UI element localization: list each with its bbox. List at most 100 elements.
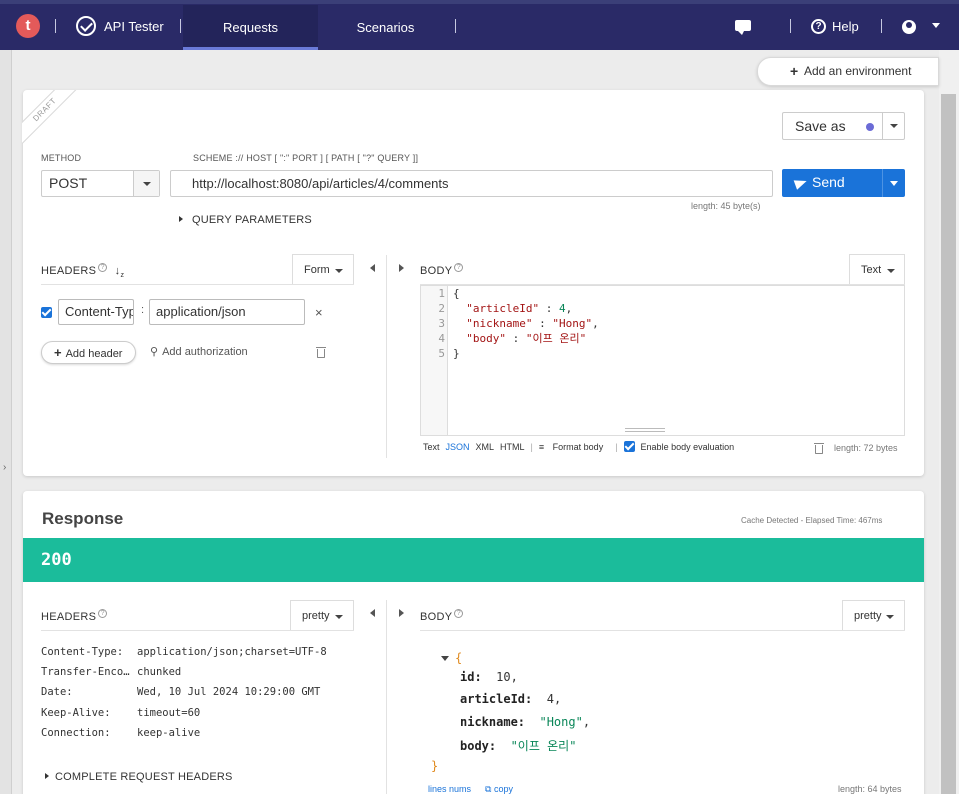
- response-headers-mode-select[interactable]: pretty: [290, 600, 354, 631]
- status-dot: [866, 123, 874, 131]
- body-mode-value: pretty: [854, 610, 882, 622]
- nav-separator: [455, 19, 456, 33]
- side-panel-toggle[interactable]: ›: [0, 50, 12, 794]
- header-value: keep-alive: [137, 727, 201, 739]
- app-switcher[interactable]: API Tester: [76, 16, 164, 36]
- header-value: Wed, 10 Jul 2024 10:29:00 GMT: [137, 686, 321, 698]
- send-main[interactable]: Send: [782, 169, 882, 197]
- json-key: body:: [460, 739, 497, 753]
- nav-accent-line: [0, 0, 959, 4]
- headers-title-text: HEADERS: [41, 265, 97, 277]
- remove-header-button[interactable]: ×: [315, 305, 323, 320]
- code-value: "Hong": [552, 317, 593, 330]
- chat-icon[interactable]: [735, 20, 751, 35]
- trash-icon[interactable]: [814, 443, 824, 454]
- help-button[interactable]: ? Help: [811, 19, 859, 34]
- copy-label: copy: [493, 784, 513, 794]
- header-value: application/json;charset=UTF-8: [137, 646, 327, 658]
- format-xml[interactable]: XML: [476, 442, 495, 452]
- scrollbar-thumb[interactable]: [941, 94, 956, 794]
- json-key: id:: [460, 670, 482, 684]
- json-field: id: 10,: [460, 670, 518, 684]
- url-input[interactable]: http://localhost:8080/api/articles/4/com…: [170, 170, 773, 197]
- method-value: POST: [49, 175, 88, 191]
- chevron-down-icon: [335, 269, 343, 273]
- format-body-button[interactable]: ≡ Format body: [539, 442, 609, 452]
- scrollbar[interactable]: [939, 50, 959, 794]
- body-code: { "articleId" : 4, "nickname" : "Hong", …: [453, 287, 599, 360]
- copy-button[interactable]: ⧉ copy: [485, 784, 513, 794]
- divider: [41, 284, 354, 285]
- body-editor[interactable]: 1 2 3 4 5 { "articleId" : 4, "nickname" …: [420, 285, 905, 436]
- response-body-length: length: 64 bytes: [838, 784, 902, 794]
- body-mode-value: Text: [861, 264, 882, 276]
- scheme-label: SCHEME :// HOST [ ":" PORT ] [ PATH [ "?…: [193, 153, 419, 163]
- app-logo[interactable]: t: [16, 14, 40, 38]
- save-as-dropdown[interactable]: [882, 113, 905, 139]
- chevron-down-icon: [890, 181, 898, 186]
- complete-request-headers-toggle[interactable]: COMPLETE REQUEST HEADERS: [45, 771, 233, 783]
- format-html[interactable]: HTML: [500, 442, 525, 452]
- send-button[interactable]: Send: [782, 169, 905, 197]
- plus-icon: +: [54, 345, 62, 360]
- save-as-label: Save as: [795, 118, 846, 134]
- separator: |: [530, 441, 533, 452]
- code-value: 4: [558, 302, 566, 315]
- method-dropdown[interactable]: [133, 171, 159, 196]
- headers-mode-select[interactable]: Form: [292, 254, 354, 285]
- tab-scenarios[interactable]: Scenarios: [318, 5, 453, 50]
- json-value: 10: [496, 670, 511, 684]
- collapse-left-icon[interactable]: [370, 264, 375, 272]
- collapse-left-icon[interactable]: [370, 609, 375, 617]
- chevron-down-icon[interactable]: [932, 23, 940, 28]
- json-key: articleId:: [460, 692, 533, 706]
- collapse-json-icon[interactable]: [441, 656, 449, 661]
- chevron-down-icon: [143, 182, 151, 186]
- body-length: length: 72 bytes: [834, 443, 898, 453]
- header-value-input[interactable]: application/json: [149, 299, 305, 325]
- format-body-label: Format body: [552, 441, 604, 452]
- collapse-right-icon[interactable]: [399, 264, 404, 272]
- header-colon: :: [141, 304, 145, 316]
- query-parameters-label: QUERY PARAMETERS: [192, 214, 312, 226]
- response-body-title: BODY?: [420, 609, 464, 623]
- plus-icon: +: [790, 63, 799, 79]
- format-text[interactable]: Text: [423, 442, 440, 452]
- response-body-mode-select[interactable]: pretty: [842, 600, 905, 631]
- trash-icon[interactable]: [316, 347, 326, 358]
- send-dropdown[interactable]: [882, 169, 905, 197]
- chevron-right-icon: ›: [3, 462, 7, 473]
- url-length: length: 45 byte(s): [691, 201, 761, 211]
- method-select[interactable]: POST: [41, 170, 160, 197]
- lines-nums-toggle[interactable]: lines nums: [428, 784, 471, 794]
- help-icon: ?: [454, 263, 464, 272]
- code-brace: {: [453, 287, 460, 300]
- resize-handle[interactable]: [625, 428, 665, 432]
- caret-right-icon: [179, 216, 183, 222]
- query-parameters-toggle[interactable]: QUERY PARAMETERS: [179, 214, 312, 226]
- json-field: body: "이프 온리": [460, 737, 576, 754]
- response-headers-title: HEADERS?: [41, 609, 108, 623]
- add-environment-button[interactable]: + Add an environment: [757, 57, 939, 86]
- header-name-input[interactable]: Content-Type: [58, 299, 134, 325]
- user-icon[interactable]: [902, 20, 916, 34]
- chevron-down-icon: [887, 269, 895, 273]
- collapse-right-icon[interactable]: [399, 609, 404, 617]
- sort-icon[interactable]: ↓z: [115, 265, 125, 279]
- enable-body-eval-checkbox[interactable]: [623, 441, 635, 452]
- body-mode-select[interactable]: Text: [849, 254, 905, 285]
- request-body-title: BODY?: [420, 263, 464, 277]
- tab-requests[interactable]: Requests: [183, 5, 318, 50]
- add-authorization-link[interactable]: ⚲ Add authorization: [150, 345, 248, 358]
- save-as-button[interactable]: Save as: [782, 112, 905, 140]
- help-icon: ?: [98, 609, 108, 618]
- format-json[interactable]: JSON: [446, 442, 470, 452]
- header-enabled-checkbox[interactable]: [41, 307, 52, 318]
- nav-separator: [790, 19, 791, 33]
- help-icon: ?: [811, 19, 826, 34]
- add-header-button[interactable]: + Add header: [41, 341, 136, 364]
- json-close-brace: }: [431, 759, 438, 773]
- app-name: API Tester: [104, 18, 164, 34]
- line-number: 1: [438, 287, 445, 300]
- json-value: 4: [546, 692, 554, 706]
